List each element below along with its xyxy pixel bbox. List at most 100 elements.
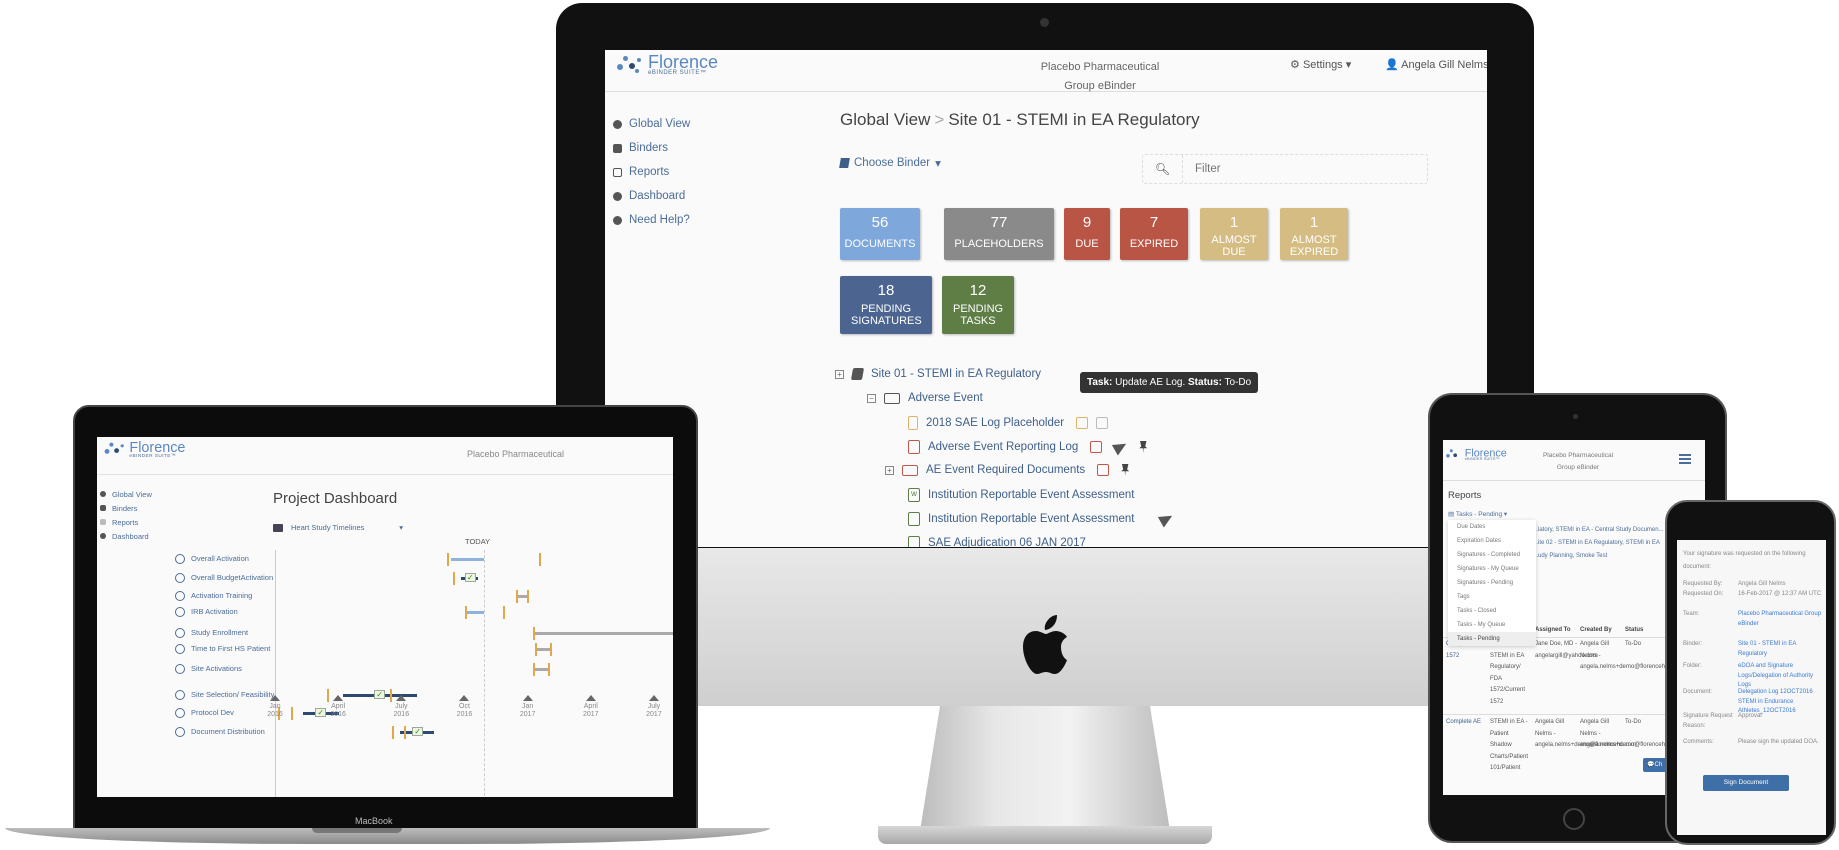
tree-row-folder[interactable]: − Adverse Event (867, 392, 983, 404)
report-menu-item[interactable]: Signatures - Completed (1448, 548, 1536, 562)
gear-icon: ⚙ (1290, 59, 1300, 71)
sidebar-item-global-view[interactable]: Global View (613, 112, 773, 136)
task-label[interactable]: Overall BudgetActivation (175, 573, 285, 583)
sidebar-item-binders[interactable]: Binders (100, 501, 152, 515)
milestone-marker[interactable] (465, 606, 468, 619)
expand-icon[interactable]: + (835, 369, 844, 379)
tree-row-folder[interactable]: + AE Event Required Documents (885, 464, 1130, 476)
tile-almost-due[interactable]: 1 ALMOST DUE (1200, 208, 1268, 260)
tile-placeholders[interactable]: 77 PLACEHOLDERS (944, 208, 1054, 260)
florence-logo[interactable]: Florence eBINDER SUITE™ (1445, 447, 1507, 461)
calendar-check-icon[interactable] (1097, 464, 1110, 476)
sidebar-item-reports[interactable]: Reports (100, 515, 152, 529)
tree-row-document[interactable]: w Institution Reportable Event Assessmen… (908, 488, 1134, 502)
report-menu-item[interactable]: Signatures - My Queue (1448, 562, 1536, 576)
filter-input[interactable] (1183, 155, 1427, 183)
milestone-marker[interactable] (516, 590, 518, 603)
tile-due[interactable]: 9 DUE (1064, 208, 1110, 260)
expand-icon[interactable]: + (885, 465, 894, 475)
tree-row-document[interactable]: Institution Reportable Event Assessment (908, 510, 1176, 528)
florence-logo[interactable]: Florence eBINDER SUITE™ (615, 53, 718, 76)
milestone-marker[interactable] (391, 726, 394, 739)
tile-documents[interactable]: 56 DOCUMENTS (840, 208, 920, 260)
breadcrumb-root[interactable]: Global View (840, 110, 930, 129)
milestone-marker[interactable] (547, 663, 550, 676)
sign-document-button[interactable]: Sign Document (1703, 775, 1789, 791)
florence-logo[interactable]: Florence eBINDER SUITE™ (103, 440, 185, 459)
milestone-marker[interactable] (534, 643, 537, 656)
tile-pending-tasks[interactable]: 12 PENDING TASKS (942, 276, 1014, 334)
table-cell-link[interactable]: Complete AE (1446, 717, 1484, 729)
search-button[interactable]: 🔍︎ (1143, 155, 1183, 183)
pdf-file-icon (908, 512, 920, 526)
milestone-marker[interactable] (404, 726, 407, 739)
milestone-marker[interactable] (539, 553, 542, 566)
pin-icon[interactable] (1121, 464, 1130, 476)
task-label[interactable]: IRB Activation (175, 607, 285, 617)
report-menu-item[interactable]: Expiration Dates (1448, 534, 1536, 548)
report-menu-item[interactable]: Tags (1448, 590, 1536, 604)
task-label[interactable]: Site Activations (175, 664, 285, 674)
tree-label: Adverse Event (908, 392, 983, 404)
milestone-marker[interactable] (532, 627, 535, 640)
milestone-marker[interactable] (532, 663, 535, 676)
report-menu-item[interactable]: Tasks - Pending (1448, 632, 1536, 646)
milestone-marker[interactable] (526, 590, 529, 603)
pin-icon[interactable] (1139, 441, 1148, 453)
settings-menu[interactable]: ⚙ Settings ▾ (1290, 58, 1351, 71)
gantt-bar[interactable] (450, 558, 485, 561)
sidebar-item-binders[interactable]: Binders (613, 136, 773, 160)
task-label[interactable]: Activation Training (175, 591, 285, 601)
report-menu-item[interactable]: Tasks - Closed (1448, 604, 1536, 618)
binder-filters[interactable]: ...latory, STEMI in EA - Central Study D… (1533, 524, 1664, 563)
report-menu-item[interactable]: Tasks - My Queue (1448, 618, 1536, 632)
tree-row-document[interactable]: Adverse Event Reporting Log (908, 438, 1148, 456)
calendar-check-icon[interactable] (1090, 441, 1103, 453)
sidebar-item-need-help[interactable]: Need Help? (613, 208, 773, 232)
task-label[interactable]: Document Distribution (175, 727, 285, 737)
collapse-icon[interactable]: − (867, 393, 876, 403)
detail-link[interactable]: eDOA and Signature Logs/Delegation of Au… (1738, 662, 1823, 691)
sidebar-item-dashboard[interactable]: Dashboard (100, 529, 152, 543)
task-label[interactable]: Study Enrollment (175, 628, 285, 638)
task-label[interactable]: Overall Activation (175, 554, 285, 564)
gantt-bar[interactable] (532, 668, 548, 671)
tile-pending-signatures[interactable]: 18 PENDING SIGNATURES (840, 276, 932, 334)
filter-line: ...udy Planning, Smoke Test (1533, 553, 1608, 559)
calendar-check-icon[interactable] (1096, 417, 1109, 429)
send-icon[interactable] (1112, 438, 1130, 456)
report-type-dropdown[interactable]: ▤ Tasks - Pending ▾ (1448, 510, 1507, 518)
tree-row-document[interactable]: 2018 SAE Log Placeholder (908, 416, 1109, 430)
settings-label: Settings (1302, 59, 1343, 71)
column-header-assigned-to[interactable]: Assigned To (1535, 625, 1571, 637)
milestone-marker[interactable] (446, 553, 449, 566)
tile-expired[interactable]: 7 EXPIRED (1120, 208, 1188, 260)
report-menu-item[interactable]: Due Dates (1448, 520, 1536, 534)
milestone-marker[interactable] (549, 643, 552, 656)
column-header-created-by[interactable]: Created By (1580, 625, 1612, 637)
user-menu[interactable]: 👤 Angela Gill Nelms (1385, 58, 1487, 71)
gantt-bar[interactable] (465, 611, 485, 614)
sidebar-item-global-view[interactable]: Global View (100, 487, 152, 501)
send-icon[interactable] (1158, 510, 1176, 528)
tablet-home-button[interactable] (1563, 808, 1585, 830)
task-label[interactable]: Time to First HS Patient (175, 644, 285, 654)
hamburger-menu-icon[interactable] (1679, 454, 1691, 464)
sidebar-item-dashboard[interactable]: Dashboard (613, 184, 773, 208)
milestone-marker[interactable] (452, 572, 455, 585)
tile-almost-expired[interactable]: 1 ALMOST EXPIRED (1280, 208, 1348, 260)
milestone-marker[interactable] (503, 606, 506, 619)
timeline-select[interactable]: Heart Study Timelines ▾ (273, 523, 403, 532)
sidebar-item-reports[interactable]: Reports (613, 160, 773, 184)
column-header-status[interactable]: Status (1625, 625, 1643, 637)
detail-link[interactable]: Placebo Pharmaceutical Group eBinder (1738, 610, 1823, 629)
tree-row-binder[interactable]: + Site 01 - STEMI in EA Regulatory (835, 368, 1041, 380)
report-menu-item[interactable]: Signatures - Pending (1448, 576, 1536, 590)
tree-row-document[interactable]: SAE Adjudication 06 JAN 2017 (908, 536, 1086, 547)
calendar-plus-icon[interactable] (1076, 417, 1089, 429)
gantt-bar[interactable] (532, 632, 673, 635)
gantt-bar[interactable] (534, 648, 550, 651)
choose-binder-dropdown[interactable]: Choose Binder ▾ (839, 156, 941, 170)
detail-link[interactable]: Site 01 - STEMI in EA Regulatory (1738, 640, 1823, 659)
clock-icon (175, 708, 185, 718)
